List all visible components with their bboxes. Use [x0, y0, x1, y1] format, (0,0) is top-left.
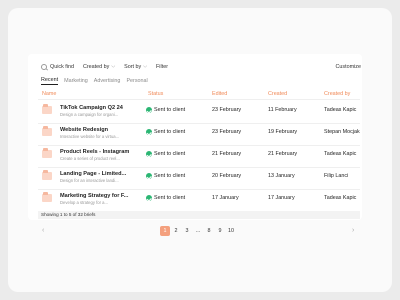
page-button[interactable]: 2 — [171, 226, 181, 236]
page-button[interactable]: 10 — [226, 226, 236, 236]
row-description: Develop a strategy for a... — [60, 200, 108, 205]
status-label: Sent to client — [154, 107, 186, 113]
quick-find-button[interactable]: Quick find — [41, 64, 74, 70]
status-badge: Sent to client — [146, 129, 185, 135]
search-icon — [41, 64, 47, 70]
check-circle-icon — [146, 151, 152, 157]
row-description: Interactive website for a virtua... — [60, 134, 120, 139]
table-row[interactable]: Landing Page - Limited... Design for an … — [38, 167, 360, 189]
check-circle-icon — [146, 195, 152, 201]
pagination: 1 2 3 ... 8 9 10 — [160, 226, 237, 236]
row-edited: 17 January — [212, 195, 239, 201]
row-description: Create a series of product reel... — [60, 156, 120, 161]
row-created: 17 January — [268, 195, 295, 201]
row-created: 11 February — [268, 107, 297, 113]
column-created-by[interactable]: Created by — [324, 91, 350, 97]
row-title: TikTok Campaign Q2 24 — [60, 105, 123, 111]
folder-icon — [42, 104, 52, 114]
customize-button[interactable]: Customize — [336, 64, 361, 70]
tab-bar: Recent Marketing Advertising Personal — [41, 76, 361, 85]
filter-label: Filter — [156, 64, 168, 70]
page-button[interactable]: 3 — [182, 226, 192, 236]
table-row[interactable]: Marketing Strategy for F... Develop a st… — [38, 189, 360, 211]
row-edited: 23 February — [212, 129, 242, 135]
page-button[interactable]: 1 — [160, 226, 170, 236]
row-title: Landing Page - Limited... — [60, 171, 127, 177]
table-row[interactable]: Product Reels - Instagram Create a serie… — [38, 145, 360, 167]
folder-icon — [42, 148, 52, 158]
status-label: Sent to client — [154, 151, 186, 157]
row-created: 19 February — [268, 129, 298, 135]
column-created[interactable]: Created — [268, 91, 287, 97]
folder-icon — [42, 126, 52, 136]
quick-find-label: Quick find — [50, 64, 74, 70]
chevron-right-icon[interactable]: › — [352, 227, 354, 234]
status-label: Sent to client — [154, 173, 186, 179]
page-ellipsis: ... — [195, 228, 201, 234]
table-row[interactable]: TikTok Campaign Q2 24 Design a campaign … — [38, 101, 360, 123]
results-count: Showing 1 to 5 of 32 briefs — [38, 211, 360, 219]
row-edited: 21 February — [212, 151, 242, 157]
check-circle-icon — [146, 107, 152, 113]
status-badge: Sent to client — [146, 107, 185, 113]
row-edited: 23 February — [212, 107, 242, 113]
filter-button[interactable]: Filter — [156, 64, 168, 70]
toolbar: Quick find Created by ⌵ Sort by ⌵ Filter… — [41, 61, 361, 73]
tab-personal[interactable]: Personal — [126, 78, 147, 84]
divider — [38, 99, 360, 100]
status-badge: Sent to client — [146, 195, 185, 201]
check-circle-icon — [146, 173, 152, 179]
row-created-by: Filip Lanci — [324, 173, 349, 179]
column-edited[interactable]: Edited — [212, 91, 227, 97]
check-circle-icon — [146, 129, 152, 135]
status-badge: Sent to client — [146, 173, 185, 179]
status-badge: Sent to client — [146, 151, 185, 157]
row-title: Product Reels - Instagram — [60, 149, 130, 155]
row-edited: 20 February — [212, 173, 242, 179]
column-name[interactable]: Name — [42, 91, 56, 97]
sort-by-dropdown[interactable]: Sort by ⌵ — [124, 63, 148, 71]
row-created-by: Tadeas Kapic — [324, 151, 357, 157]
folder-icon — [42, 192, 52, 202]
status-label: Sent to client — [154, 195, 186, 201]
chevron-left-icon[interactable]: ‹ — [42, 227, 44, 234]
row-created-by: Stepan Mocjak — [324, 129, 360, 135]
row-created-by: Tadeas Kapic — [324, 195, 357, 201]
row-created-by: Tadeas Kapic — [324, 107, 357, 113]
status-label: Sent to client — [154, 129, 186, 135]
row-created: 21 February — [268, 151, 298, 157]
row-description: Design a campaign for organi... — [60, 112, 119, 117]
created-by-dropdown[interactable]: Created by ⌵ — [82, 63, 116, 71]
row-created: 13 January — [268, 173, 295, 179]
table-header: Name Status Edited Created Created by — [38, 89, 358, 99]
row-description: Design for an interactive landi... — [60, 178, 119, 183]
table-row[interactable]: Website Redesign Interactive website for… — [38, 123, 360, 145]
column-status[interactable]: Status — [148, 91, 163, 97]
row-title: Marketing Strategy for F... — [60, 193, 129, 199]
row-title: Website Redesign — [60, 127, 109, 133]
tab-recent[interactable]: Recent — [41, 77, 59, 85]
sort-by-label: Sort by — [124, 64, 142, 70]
folder-icon — [42, 170, 52, 180]
tab-marketing[interactable]: Marketing — [64, 78, 88, 84]
page-button[interactable]: 9 — [215, 226, 225, 236]
tab-advertising[interactable]: Advertising — [94, 78, 121, 84]
chevron-down-icon: ⌵ — [111, 63, 116, 70]
created-by-label: Created by — [82, 64, 110, 70]
chevron-down-icon: ⌵ — [143, 63, 148, 70]
page-button[interactable]: 8 — [204, 226, 214, 236]
